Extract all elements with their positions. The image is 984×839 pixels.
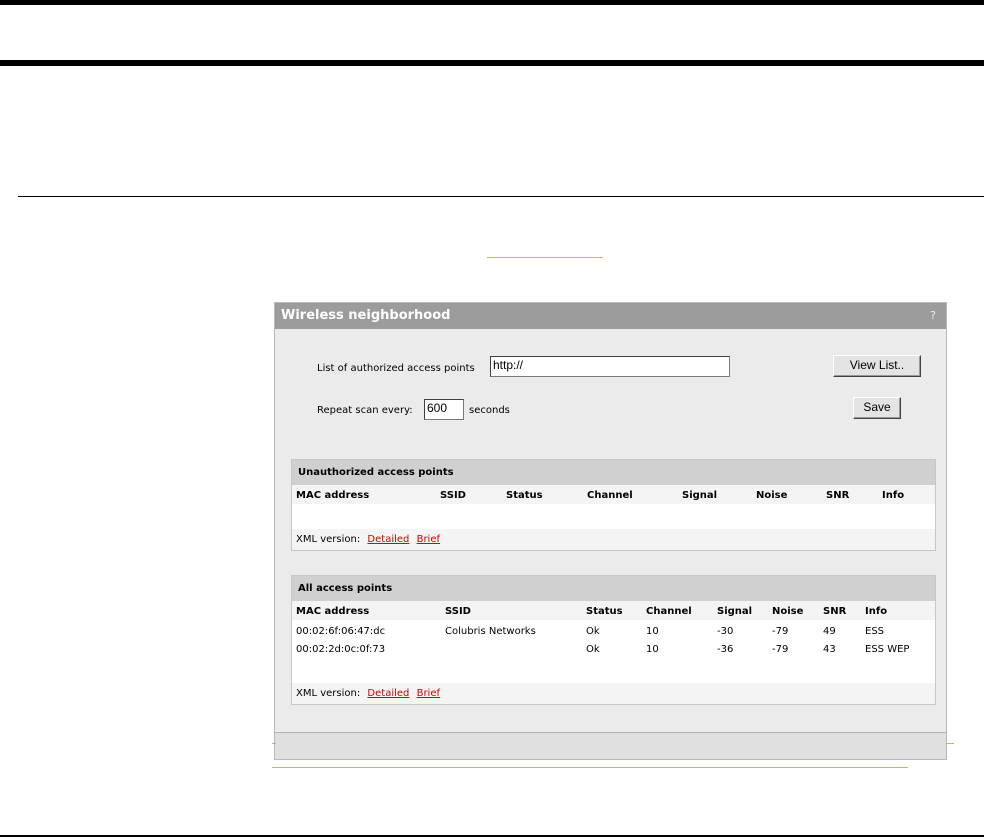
section-divider [18, 196, 984, 197]
col-info: Info [865, 606, 888, 617]
caption-line-right [946, 743, 954, 744]
caption-underline [487, 257, 603, 258]
top-rule [0, 0, 984, 5]
row-channel: 10 [646, 626, 659, 637]
window-titlebar: Wireless neighborhood ? [275, 303, 946, 329]
row-snr: 43 [823, 644, 836, 655]
access-points-list [292, 620, 935, 683]
row-ssid: Colubris Networks [445, 626, 536, 637]
all-detailed-link[interactable]: Detailed [367, 688, 409, 699]
window-status-bar [275, 732, 946, 759]
col-snr: SNR [823, 606, 847, 617]
row-channel: 10 [646, 644, 659, 655]
col-info: Info [882, 490, 905, 501]
row-signal: -30 [717, 626, 734, 637]
row-info: ESS WEP [865, 644, 910, 655]
row-snr: 49 [823, 626, 836, 637]
col-mac-address: MAC address [296, 606, 370, 617]
row-mac: 00:02:2d:0c:0f:73 [296, 644, 386, 655]
unauthorized-access-points-section: Unauthorized access points MAC address S… [291, 459, 936, 551]
col-snr: SNR [826, 490, 850, 501]
unauthorized-section-title: Unauthorized access points [292, 460, 935, 485]
row-signal: -36 [717, 644, 734, 655]
col-noise: Noise [772, 606, 804, 617]
view-list-button[interactable]: View List.. [833, 355, 921, 377]
row-noise: -79 [772, 626, 789, 637]
window-title: Wireless neighborhood [281, 308, 451, 323]
help-icon[interactable]: ? [930, 309, 936, 322]
col-status: Status [586, 606, 623, 617]
col-ssid: SSID [440, 490, 466, 501]
all-xml-row: XML version: Detailed Brief [296, 688, 440, 699]
all-brief-link[interactable]: Brief [417, 688, 440, 699]
caption-line-left [272, 743, 276, 744]
authorized-list-url-input[interactable]: http:// [490, 356, 730, 377]
row-mac: 00:02:6f:06:47:dc [296, 626, 386, 637]
col-signal: Signal [717, 606, 753, 617]
xml-version-label: XML version: [296, 534, 361, 545]
col-mac-address: MAC address [296, 490, 370, 501]
seconds-label: seconds [469, 405, 510, 416]
authorized-list-label: List of authorized access points [317, 363, 475, 374]
save-button[interactable]: Save [853, 397, 901, 419]
unauthorized-empty-list [292, 504, 935, 529]
wireless-neighborhood-window: Wireless neighborhood ? List of authoriz… [274, 302, 947, 760]
row-info: ESS [865, 626, 885, 637]
bottom-rule [0, 835, 984, 837]
col-status: Status [506, 490, 543, 501]
caption-line-bottom [272, 767, 908, 768]
col-signal: Signal [682, 490, 718, 501]
scan-interval-input[interactable]: 600 [424, 399, 464, 420]
xml-version-label: XML version: [296, 688, 361, 699]
unauthorized-detailed-link[interactable]: Detailed [367, 534, 409, 545]
row-status: Ok [586, 626, 600, 637]
unauthorized-xml-row: XML version: Detailed Brief [296, 534, 440, 545]
repeat-scan-label: Repeat scan every: [317, 405, 413, 416]
row-noise: -79 [772, 644, 789, 655]
col-ssid: SSID [445, 606, 471, 617]
all-section-title: All access points [292, 576, 935, 601]
unauthorized-brief-link[interactable]: Brief [417, 534, 440, 545]
row-status: Ok [586, 644, 600, 655]
col-channel: Channel [587, 490, 633, 501]
all-access-points-section: All access points MAC address SSID Statu… [291, 575, 936, 705]
col-noise: Noise [756, 490, 788, 501]
col-channel: Channel [646, 606, 692, 617]
header-rule [0, 60, 984, 66]
